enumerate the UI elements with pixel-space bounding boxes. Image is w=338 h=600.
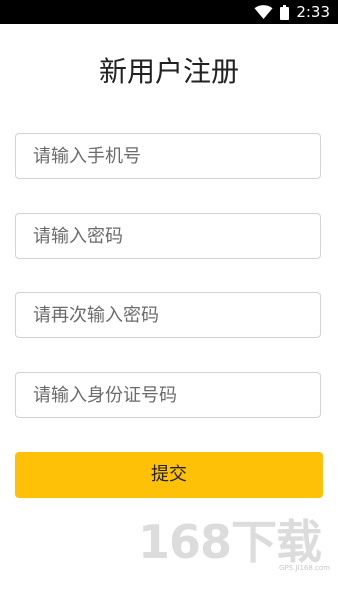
page-title: 新用户注册 (98, 55, 239, 88)
password-field[interactable] (15, 213, 321, 259)
watermark-logo: 168下载 (138, 515, 322, 569)
id-number-field[interactable] (15, 372, 321, 418)
confirm-password-input[interactable] (16, 293, 320, 337)
status-icons: 2:33 (254, 0, 330, 24)
battery-icon (280, 4, 290, 20)
confirm-password-field[interactable] (15, 292, 321, 338)
status-time: 2:33 (296, 3, 330, 21)
id-number-input[interactable] (16, 373, 320, 417)
submit-button[interactable]: 提交 (15, 452, 323, 498)
phone-field[interactable] (15, 133, 321, 179)
phone-input[interactable] (16, 134, 320, 178)
status-bar: 2:33 (0, 0, 338, 24)
wifi-icon (254, 4, 273, 20)
password-input[interactable] (16, 214, 320, 258)
watermark-url: GPS.JI168.com (279, 564, 330, 572)
watermark: 168下载 GPS.JI168.com (138, 514, 334, 576)
